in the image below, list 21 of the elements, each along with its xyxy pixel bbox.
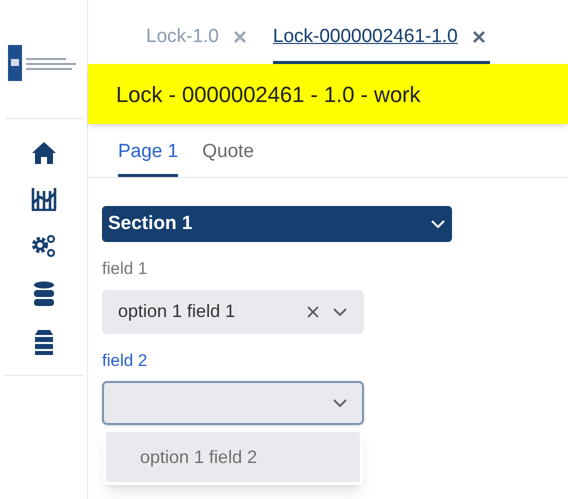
document-tab[interactable]: Lock-0000002461-1.0	[272, 22, 458, 51]
server-icon[interactable]	[34, 329, 54, 355]
chevron-down-icon	[332, 306, 348, 316]
close-icon[interactable]	[306, 304, 320, 318]
dropdown-option[interactable]: option 1 field 2	[106, 432, 360, 482]
chevron-down-icon	[430, 219, 446, 229]
chevron-down-icon	[332, 398, 348, 408]
field-label: field 1	[102, 258, 148, 280]
page-tab[interactable]: Quote	[202, 138, 254, 177]
field-label: field 2	[102, 350, 148, 372]
gears-icon[interactable]	[30, 233, 56, 259]
dropdown-field[interactable]	[102, 381, 364, 425]
dropdown-field[interactable]: option 1 field 1	[102, 290, 364, 334]
document-tab[interactable]: Lock-1.0	[146, 22, 219, 51]
close-icon[interactable]	[472, 30, 486, 44]
home-icon[interactable]	[30, 141, 56, 165]
title-banner: Lock - 0000002461 - 1.0 - work	[88, 64, 568, 124]
database-icon[interactable]	[32, 281, 54, 307]
section-header[interactable]: Section 1	[102, 206, 452, 242]
page-tab[interactable]: Page 1	[118, 138, 178, 177]
chart-icon[interactable]	[30, 187, 56, 211]
